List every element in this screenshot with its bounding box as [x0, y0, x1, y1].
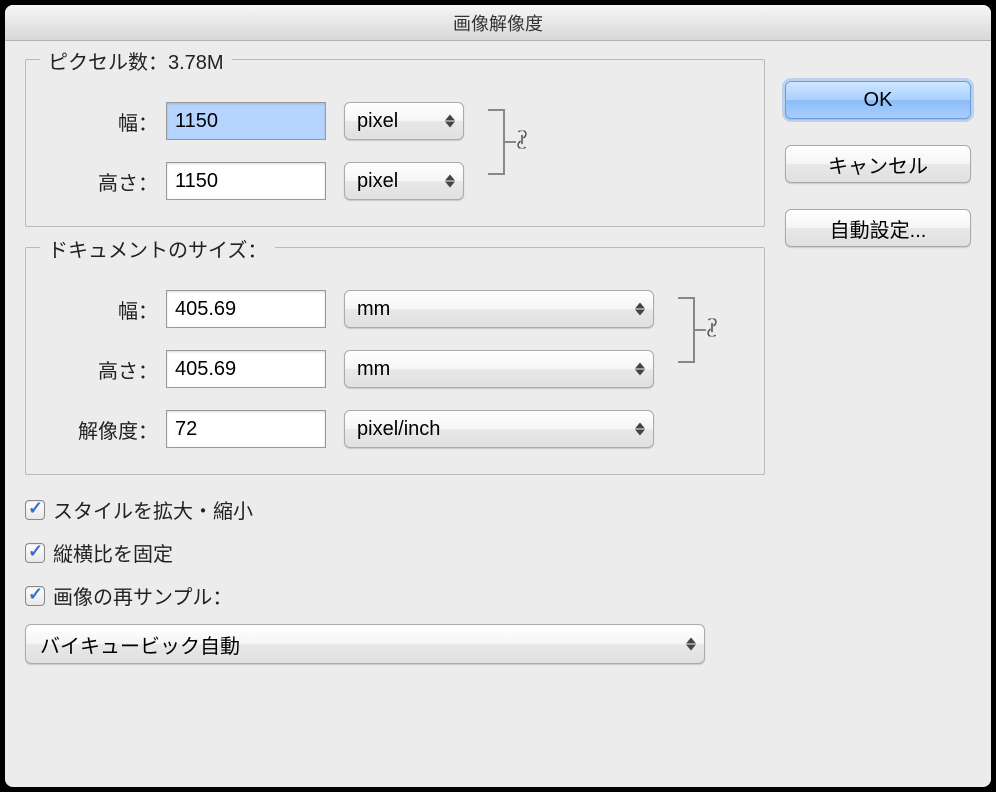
pixel-dimensions-fieldset: ピクセル数：3.78M 幅： pixel	[25, 59, 765, 227]
doc-height-unit-dropdown[interactable]: mm	[344, 350, 654, 388]
resolution-unit-dropdown[interactable]: pixel/inch	[344, 410, 654, 448]
doc-width-row: 幅： mm	[48, 290, 654, 328]
updown-arrows-icon	[445, 115, 455, 128]
doc-width-unit-value: mm	[357, 298, 390, 321]
auto-button-label: 自動設定...	[830, 214, 927, 243]
pixel-legend-prefix: ピクセル数：	[48, 52, 168, 74]
ok-button-label: OK	[864, 89, 893, 112]
right-column: OK キャンセル 自動設定...	[785, 59, 971, 664]
dialog-titlebar: 画像解像度	[5, 5, 991, 41]
doc-link-bracket	[672, 280, 732, 380]
pixel-height-input[interactable]	[166, 162, 326, 200]
pixel-width-row: 幅： pixel	[48, 102, 464, 140]
cancel-button-label: キャンセル	[828, 150, 928, 179]
pixel-width-label: 幅：	[48, 107, 158, 136]
constrain-label: 縦横比を固定	[53, 538, 173, 567]
pixel-dimensions-legend: ピクセル数：3.78M	[40, 46, 232, 75]
cancel-button[interactable]: キャンセル	[785, 145, 971, 183]
constrain-row[interactable]: 縦横比を固定	[25, 538, 765, 567]
doc-width-unit-dropdown[interactable]: mm	[344, 290, 654, 328]
pixel-height-row: 高さ： pixel	[48, 162, 464, 200]
resample-row[interactable]: 画像の再サンプル：	[25, 581, 765, 610]
bracket-icon	[672, 280, 732, 380]
resolution-unit-value: pixel/inch	[357, 418, 440, 441]
resolution-input[interactable]	[166, 410, 326, 448]
doc-height-label: 高さ：	[48, 355, 158, 384]
resample-label: 画像の再サンプル：	[53, 581, 232, 610]
pixel-rows: 幅： pixel 高さ：	[48, 102, 464, 200]
resample-checkbox[interactable]	[25, 586, 45, 606]
resolution-label: 解像度：	[48, 415, 158, 444]
document-rows: 幅： mm 高さ：	[48, 290, 654, 388]
updown-arrows-icon	[635, 303, 645, 316]
updown-arrows-icon	[635, 363, 645, 376]
scale-styles-row[interactable]: スタイルを拡大・縮小	[25, 495, 765, 524]
ok-button[interactable]: OK	[785, 81, 971, 119]
updown-arrows-icon	[686, 638, 696, 651]
resample-method-dropdown[interactable]: バイキュービック自動	[25, 624, 705, 664]
pixel-link-bracket	[482, 92, 542, 192]
document-rows-group: 幅： mm 高さ：	[48, 290, 742, 388]
document-size-fieldset: ドキュメントのサイズ： 幅： mm	[25, 247, 765, 475]
updown-arrows-icon	[445, 175, 455, 188]
updown-arrows-icon	[635, 423, 645, 436]
pixel-height-label: 高さ：	[48, 167, 158, 196]
doc-width-label: 幅：	[48, 295, 158, 324]
pixel-width-unit-dropdown[interactable]: pixel	[344, 102, 464, 140]
doc-height-row: 高さ： mm	[48, 350, 654, 388]
left-column: ピクセル数：3.78M 幅： pixel	[25, 59, 765, 664]
pixel-height-unit-dropdown[interactable]: pixel	[344, 162, 464, 200]
auto-button[interactable]: 自動設定...	[785, 209, 971, 247]
resample-method-value: バイキュービック自動	[40, 630, 240, 659]
pixel-rows-group: 幅： pixel 高さ：	[48, 102, 742, 200]
bracket-icon	[482, 92, 542, 192]
scale-styles-checkbox[interactable]	[25, 500, 45, 520]
doc-width-input[interactable]	[166, 290, 326, 328]
doc-height-input[interactable]	[166, 350, 326, 388]
scale-styles-label: スタイルを拡大・縮小	[53, 495, 253, 524]
dialog-content: ピクセル数：3.78M 幅： pixel	[5, 41, 991, 684]
link-icon	[514, 131, 530, 154]
pixel-height-unit-value: pixel	[357, 170, 398, 193]
image-size-dialog: 画像解像度 ピクセル数：3.78M 幅： pixel	[5, 5, 991, 787]
link-icon	[704, 319, 720, 342]
pixel-width-unit-value: pixel	[357, 110, 398, 133]
constrain-checkbox[interactable]	[25, 543, 45, 563]
pixel-size-value: 3.78M	[168, 52, 224, 74]
dialog-title: 画像解像度	[453, 10, 543, 36]
doc-height-unit-value: mm	[357, 358, 390, 381]
resolution-row: 解像度： pixel/inch	[48, 410, 742, 448]
pixel-width-input[interactable]	[166, 102, 326, 140]
document-size-legend: ドキュメントのサイズ：	[40, 234, 275, 263]
